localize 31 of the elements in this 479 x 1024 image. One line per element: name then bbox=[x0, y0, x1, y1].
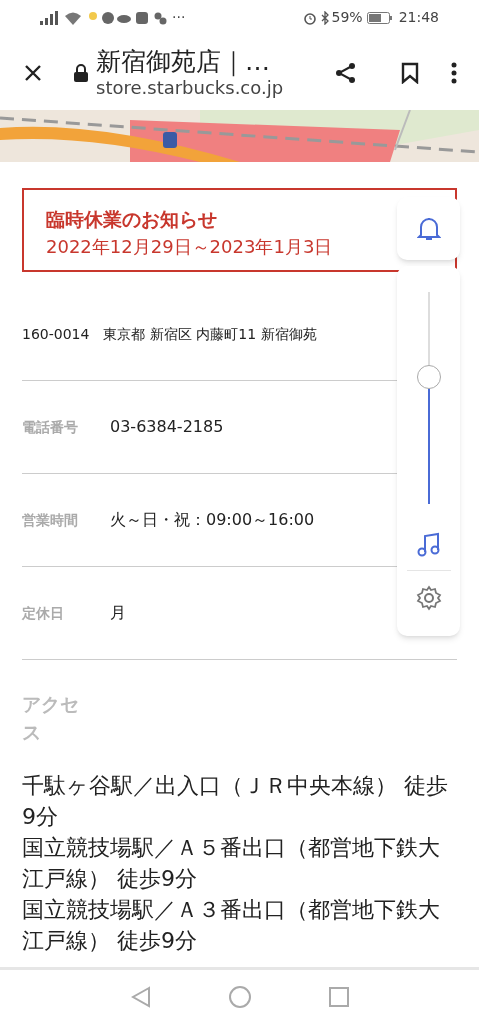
signal-icon bbox=[40, 10, 60, 25]
info-label: 電話番号 bbox=[22, 417, 79, 437]
music-note-icon[interactable] bbox=[416, 532, 441, 558]
notification-bell-button[interactable] bbox=[397, 197, 460, 260]
notice-title: 臨時休業のお知らせ bbox=[46, 207, 217, 232]
access-label: アクセス bbox=[22, 692, 80, 745]
info-value: 火～日・祝：09:00～16:00 bbox=[110, 509, 315, 531]
dots-icon bbox=[154, 12, 167, 24]
info-value: 03-6384-2185 bbox=[110, 416, 224, 438]
info-value: 月 bbox=[110, 602, 126, 624]
access-route: 国立競技場駅／Ａ５番出口（都営地下鉄大江戸線） 徒歩9分 bbox=[22, 834, 441, 893]
clock-time: 21:48 bbox=[398, 8, 439, 27]
more-notifications: ··· bbox=[172, 8, 186, 27]
access-route: 千駄ヶ谷駅／出入口（ＪＲ中央本線） 徒歩9分 bbox=[22, 772, 449, 831]
wifi-icon bbox=[64, 10, 82, 25]
info-label: 営業時間 bbox=[22, 510, 79, 530]
page-title: 新宿御苑店｜… bbox=[96, 45, 271, 77]
slider-thumb[interactable] bbox=[416, 364, 441, 389]
bluetooth-icon bbox=[320, 10, 330, 25]
info-label: 定休日 bbox=[22, 603, 65, 623]
bell-icon bbox=[416, 215, 441, 242]
page-url: store.starbucks.co.jp bbox=[96, 76, 284, 100]
battery-percent: 59% bbox=[331, 8, 363, 27]
notice-dates: 2022年12月29日～2023年1月3日 bbox=[46, 235, 333, 259]
info-value: 160-0014 東京都 新宿区 内藤町11 新宿御苑 bbox=[22, 324, 317, 344]
access-route: 国立競技場駅／Ａ３番出口（都営地下鉄大江戸線） 徒歩9分 bbox=[22, 896, 441, 955]
lock-icon bbox=[74, 63, 88, 82]
alarm-icon bbox=[302, 10, 317, 25]
volume-slider[interactable] bbox=[416, 292, 441, 504]
settings-icon[interactable] bbox=[415, 585, 442, 611]
battery-icon bbox=[366, 11, 393, 24]
